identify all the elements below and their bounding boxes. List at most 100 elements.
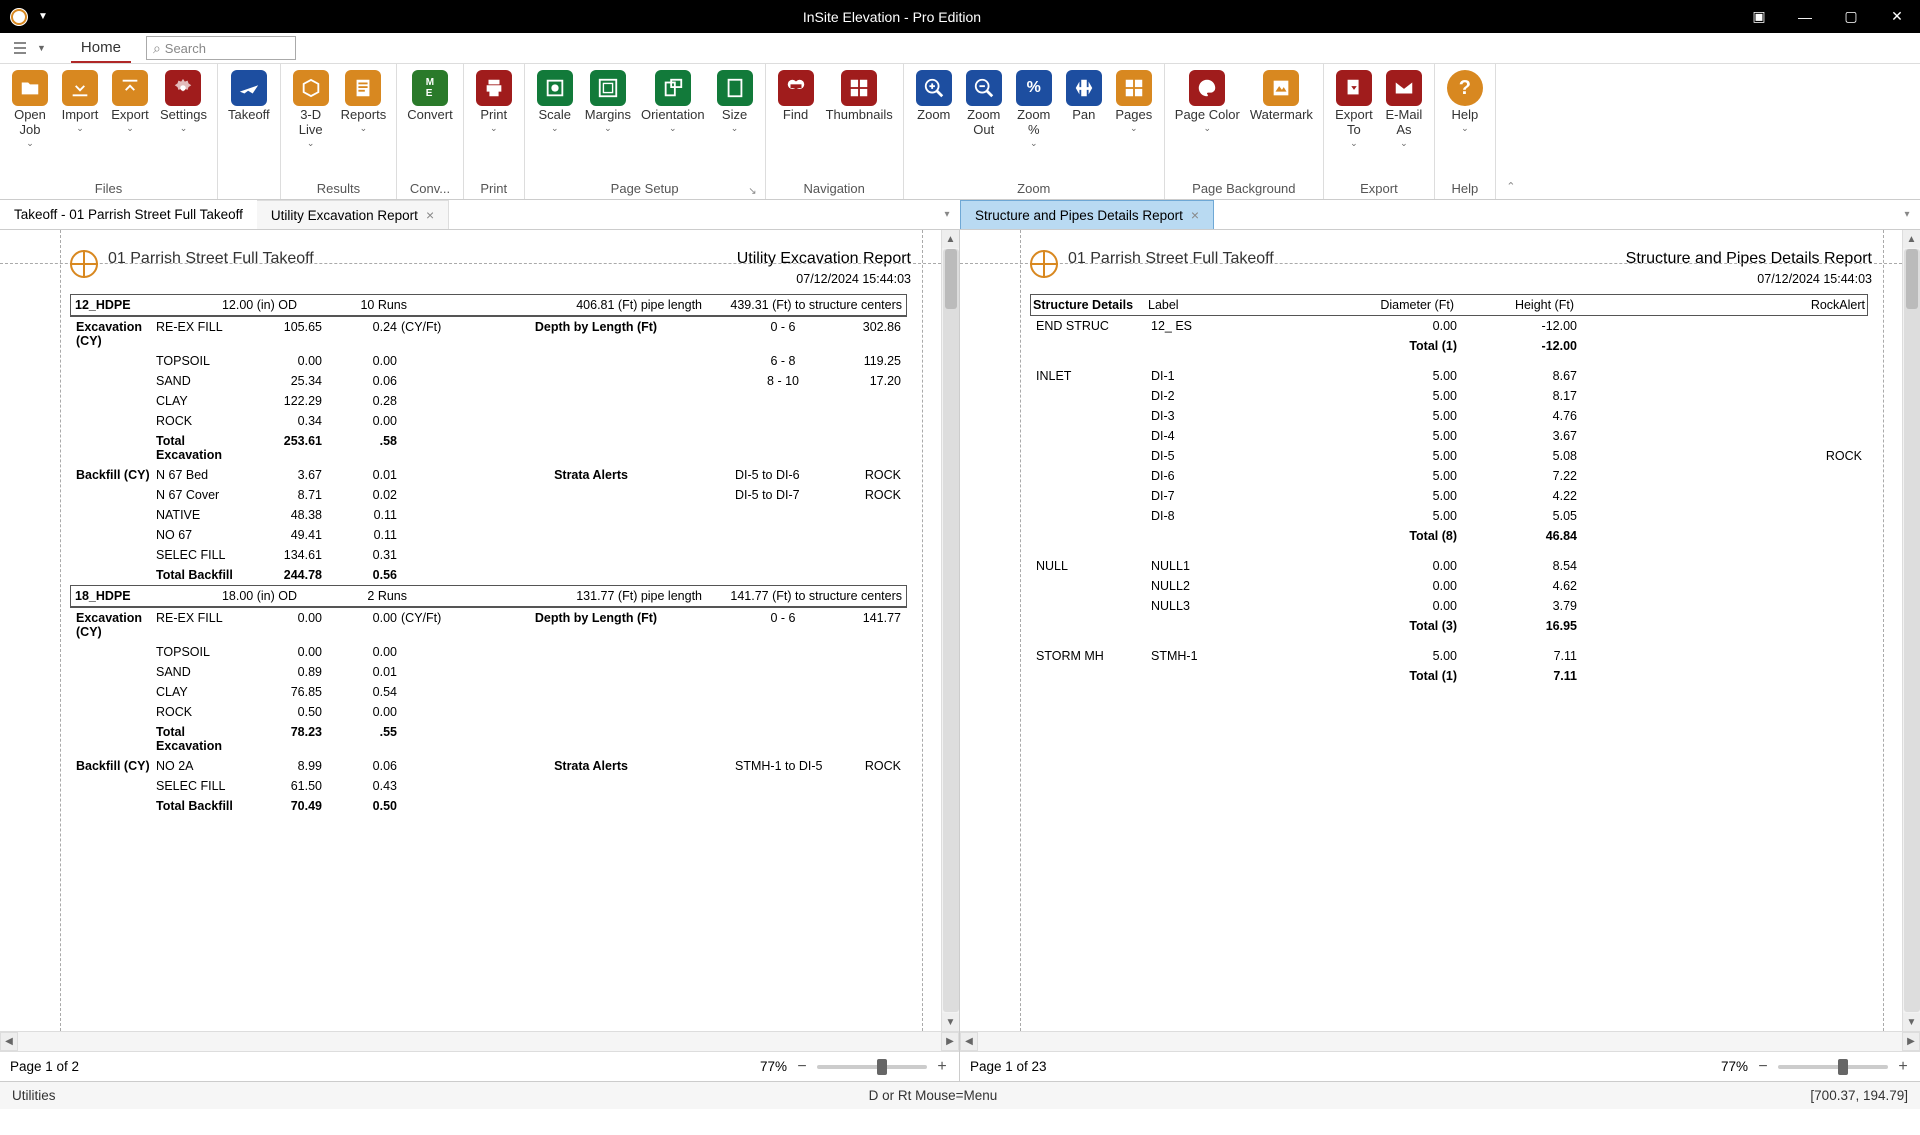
page-indicator: Page 1 of 23 (970, 1059, 1047, 1074)
table-row: Excavation (CY)RE-EX FILL0.000.00(CY/Ft)… (70, 608, 907, 642)
scroll-up-icon[interactable]: ▲ (1903, 230, 1920, 248)
ribbon: Open Job ⌄ Import ⌄ Export ⌄ Settings ⌄ … (0, 64, 1920, 200)
table-row: CLAY122.290.28 (70, 391, 907, 411)
chevron-down-icon: ⌄ (307, 138, 315, 149)
scroll-left-icon[interactable]: ◀ (960, 1032, 978, 1051)
doc-tab-takeoff[interactable]: Takeoff - 01 Parrish Street Full Takeoff (0, 200, 257, 229)
vertical-scrollbar[interactable]: ▲ ▼ (1902, 230, 1920, 1031)
maximize-button[interactable]: ▢ (1828, 0, 1874, 33)
group-label-results: Results (289, 177, 389, 199)
report-name: Structure and Pipes Details Report (1626, 250, 1872, 268)
report-project-title: 01 Parrish Street Full Takeoff (108, 250, 314, 268)
watermark-button[interactable]: Watermark (1248, 68, 1315, 173)
minimize-button[interactable]: — (1782, 0, 1828, 33)
convert-button[interactable]: ME Convert (405, 68, 455, 173)
right-pane: 01 Parrish Street Full Takeoff Structure… (960, 230, 1920, 1081)
chevron-down-icon: ⌄ (1461, 123, 1469, 134)
report-logo-icon (70, 250, 98, 278)
search-input[interactable]: Search (146, 36, 296, 60)
tab-list-dropdown-right[interactable]: ▾ (1894, 200, 1920, 229)
menu-list-icon[interactable] (10, 37, 32, 59)
zoom-out-button[interactable]: Zoom Out (962, 68, 1006, 173)
total-row: Total (1)-12.00 (1030, 336, 1868, 356)
import-button[interactable]: Import ⌄ (58, 68, 102, 173)
total-row: Total Excavation253.61.58 (70, 431, 907, 465)
group-label-help: Help (1443, 177, 1487, 199)
chevron-down-icon: ⌄ (76, 123, 84, 134)
scroll-down-icon[interactable]: ▼ (1903, 1013, 1920, 1031)
doc-tab-structure-pipes-report[interactable]: Structure and Pipes Details Report× (960, 200, 1214, 229)
takeoff-button[interactable]: Takeoff (226, 68, 272, 173)
zoom-minus-button[interactable]: − (795, 1058, 809, 1076)
scroll-up-icon[interactable]: ▲ (942, 230, 959, 248)
thumbnails-button[interactable]: Thumbnails (824, 68, 895, 173)
structure-table-header: Structure Details Label Diameter (Ft) He… (1030, 294, 1868, 316)
dialog-launcher-icon[interactable]: ↘ (748, 186, 756, 197)
window-tabs-icon[interactable]: ▣ (1736, 0, 1782, 33)
margins-button[interactable]: Margins ⌄ (583, 68, 633, 173)
table-row: DI-65.007.22 (1030, 466, 1868, 486)
zoom-plus-button[interactable]: + (935, 1058, 949, 1076)
table-row: DI-25.008.17 (1030, 386, 1868, 406)
close-icon[interactable]: × (1191, 207, 1199, 223)
find-button[interactable]: Find (774, 68, 818, 173)
doc-tab-utility-excavation-report[interactable]: Utility Excavation Report× (257, 200, 449, 229)
zoom-plus-button[interactable]: + (1896, 1058, 1910, 1076)
report-project-title: 01 Parrish Street Full Takeoff (1068, 250, 1274, 268)
close-button[interactable]: ✕ (1874, 0, 1920, 33)
total-row: Total (1)7.11 (1030, 666, 1868, 686)
zoom-slider[interactable] (1778, 1065, 1888, 1069)
total-row: Total (3)16.95 (1030, 616, 1868, 636)
table-row: CLAY76.850.54 (70, 682, 907, 702)
vertical-scrollbar[interactable]: ▲ ▼ (941, 230, 959, 1031)
zoom-button[interactable]: Zoom (912, 68, 956, 173)
table-row: DI-75.004.22 (1030, 486, 1868, 506)
scroll-right-icon[interactable]: ▶ (941, 1032, 959, 1051)
email-as-button[interactable]: E-Mail As ⌄ (1382, 68, 1426, 173)
menu-list-caret-icon[interactable]: ▼ (37, 43, 46, 53)
export-button[interactable]: Export ⌄ (108, 68, 152, 173)
table-row: NATIVE48.380.11 (70, 505, 907, 525)
zoom-value: 77% (1721, 1059, 1748, 1074)
scale-button[interactable]: Scale ⌄ (533, 68, 577, 173)
chevron-down-icon: ⌄ (669, 123, 677, 134)
scroll-down-icon[interactable]: ▼ (942, 1013, 959, 1031)
help-button[interactable]: ? Help ⌄ (1443, 68, 1487, 173)
zoom-slider[interactable] (817, 1065, 927, 1069)
pan-button[interactable]: Pan (1062, 68, 1106, 173)
tab-list-dropdown-left[interactable]: ▾ (934, 200, 960, 229)
right-report-page: 01 Parrish Street Full Takeoff Structure… (960, 230, 1902, 1031)
table-row: SELEC FILL61.500.43 (70, 776, 907, 796)
table-row: N 67 Cover8.710.02DI-5 to DI-7ROCK (70, 485, 907, 505)
close-icon[interactable]: × (426, 207, 434, 223)
table-row: NULL20.004.62 (1030, 576, 1868, 596)
print-button[interactable]: Print ⌄ (472, 68, 516, 173)
orientation-button[interactable]: Orientation ⌄ (639, 68, 707, 173)
section-header: 18_HDPE18.00 (in) OD2 Runs131.77 (Ft) pi… (70, 585, 907, 608)
collapse-ribbon-icon[interactable]: ⌃ (1496, 64, 1526, 199)
export-to-button[interactable]: Export To ⌄ (1332, 68, 1376, 173)
zoom-pct-button[interactable]: % Zoom % ⌄ (1012, 68, 1056, 173)
group-label-conv: Conv... (405, 177, 455, 199)
page-color-button[interactable]: Page Color ⌄ (1173, 68, 1242, 173)
size-button[interactable]: Size ⌄ (713, 68, 757, 173)
3d-live-button[interactable]: 3-D Live ⌄ (289, 68, 333, 173)
scroll-right-icon[interactable]: ▶ (1902, 1032, 1920, 1051)
pages-button[interactable]: Pages ⌄ (1112, 68, 1156, 173)
settings-button[interactable]: Settings ⌄ (158, 68, 209, 173)
group-label-pagesetup: Page Setup↘ (533, 177, 757, 199)
zoom-minus-button[interactable]: − (1756, 1058, 1770, 1076)
horizontal-scrollbar[interactable]: ◀ ▶ (960, 1031, 1920, 1051)
reports-button[interactable]: Reports ⌄ (339, 68, 389, 173)
status-left: Utilities (12, 1088, 56, 1103)
chevron-down-icon: ⌄ (180, 123, 188, 134)
page-indicator: Page 1 of 2 (10, 1059, 79, 1074)
open-job-button[interactable]: Open Job ⌄ (8, 68, 52, 173)
chevron-down-icon: ⌄ (1130, 123, 1138, 134)
tab-home[interactable]: Home (71, 34, 131, 63)
titlebar: ▼ InSite Elevation - Pro Edition ▣ — ▢ ✕ (0, 0, 1920, 33)
horizontal-scrollbar[interactable]: ◀ ▶ (0, 1031, 959, 1051)
quick-access-dropdown-icon[interactable]: ▼ (38, 11, 48, 22)
chevron-down-icon: ⌄ (604, 123, 612, 134)
scroll-left-icon[interactable]: ◀ (0, 1032, 18, 1051)
